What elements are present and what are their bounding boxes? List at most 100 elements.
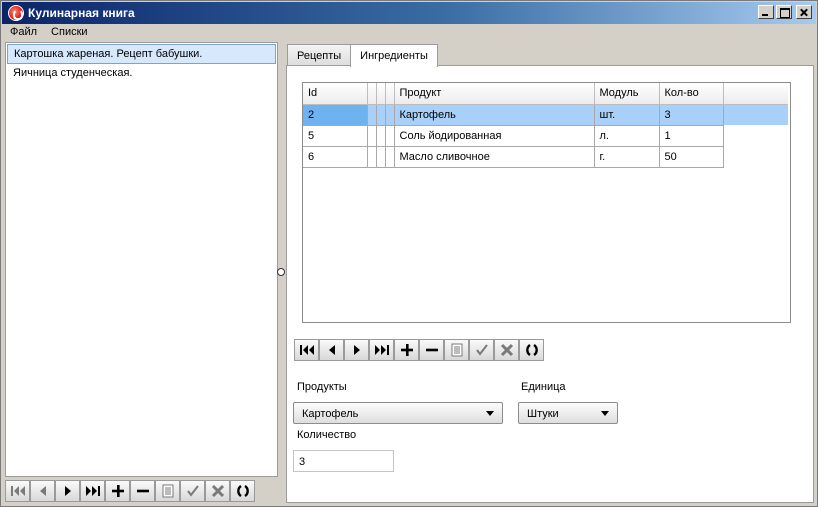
- tab-recipes[interactable]: Рецепты: [287, 44, 352, 66]
- cell-blank[interactable]: [376, 125, 386, 147]
- post-record-button[interactable]: [469, 339, 494, 361]
- delete-icon: [136, 489, 149, 493]
- splitter-handle[interactable]: [277, 268, 285, 276]
- prev-icon: [39, 486, 46, 496]
- products-label: Продукты: [297, 381, 347, 393]
- first-icon: [299, 345, 314, 355]
- menu-lists[interactable]: Списки: [43, 24, 94, 42]
- add-icon: [400, 344, 413, 356]
- prev-icon: [328, 345, 335, 355]
- tab-ingredients[interactable]: Ингредиенты: [350, 44, 438, 67]
- grid-header-row: Id Продукт Модуль Кол-во: [303, 83, 788, 105]
- unit-combobox[interactable]: Штуки: [518, 402, 618, 424]
- refresh-icon: [236, 485, 249, 497]
- last-record-button[interactable]: [369, 339, 394, 361]
- menu-file[interactable]: Файл: [2, 24, 43, 42]
- quantity-label: Количество: [297, 429, 357, 441]
- post-icon: [475, 344, 488, 356]
- cancel-record-button[interactable]: [205, 480, 230, 502]
- cell-blank[interactable]: [385, 104, 395, 126]
- list-item-recipe[interactable]: Яичница студенческая.: [7, 64, 276, 84]
- refresh-icon: [525, 344, 538, 356]
- app-icon[interactable]: [8, 5, 24, 21]
- delete-record-button[interactable]: [130, 480, 155, 502]
- cell-product[interactable]: Картофель: [394, 104, 595, 126]
- recipe-navigator: [5, 480, 255, 502]
- next-icon: [353, 345, 360, 355]
- cell-blank[interactable]: [367, 125, 377, 147]
- recipe-list[interactable]: Картошка жареная. Рецепт бабушки. Яичниц…: [5, 42, 278, 477]
- main-window: Кулинарная книга Файл Списки Картошка жа…: [0, 0, 818, 507]
- cancel-record-button[interactable]: [494, 339, 519, 361]
- edit-record-button[interactable]: [444, 339, 469, 361]
- last-record-button[interactable]: [80, 480, 105, 502]
- next-record-button[interactable]: [344, 339, 369, 361]
- cell-product[interactable]: Соль йодированная: [394, 125, 595, 147]
- cell-blank[interactable]: [367, 146, 377, 168]
- post-icon: [186, 485, 199, 497]
- column-header-blank[interactable]: [367, 83, 377, 105]
- cell-blank[interactable]: [367, 104, 377, 126]
- post-record-button[interactable]: [180, 480, 205, 502]
- cell-unit[interactable]: шт.: [594, 104, 660, 126]
- delete-record-button[interactable]: [419, 339, 444, 361]
- column-header-quantity[interactable]: Кол-во: [659, 83, 724, 105]
- cell-quantity[interactable]: 1: [659, 125, 724, 147]
- cell-quantity[interactable]: 3: [659, 104, 724, 126]
- refresh-button[interactable]: [519, 339, 544, 361]
- ingredient-navigator: [294, 339, 544, 361]
- minimize-button[interactable]: [758, 5, 774, 19]
- add-icon: [111, 485, 124, 497]
- row-filler: [723, 125, 788, 146]
- cell-blank[interactable]: [376, 146, 386, 168]
- column-header-product[interactable]: Продукт: [394, 83, 595, 105]
- column-header-id[interactable]: Id: [303, 83, 368, 105]
- cell-blank[interactable]: [385, 146, 395, 168]
- next-record-button[interactable]: [55, 480, 80, 502]
- last-icon: [85, 486, 100, 496]
- row-filler: [723, 146, 788, 167]
- menu-bar: Файл Списки: [2, 24, 816, 42]
- edit-icon: [162, 484, 173, 498]
- last-icon: [374, 345, 389, 355]
- table-row[interactable]: 2 Картофель шт. 3: [303, 104, 788, 126]
- chevron-down-icon: [601, 411, 609, 416]
- table-row[interactable]: 5 Соль йодированная л. 1: [303, 125, 788, 147]
- cell-blank[interactable]: [376, 104, 386, 126]
- column-header-filler: [723, 83, 788, 105]
- products-combobox[interactable]: Картофель: [293, 402, 503, 424]
- maximize-button[interactable]: [776, 5, 792, 19]
- first-record-button[interactable]: [294, 339, 319, 361]
- cell-quantity[interactable]: 50: [659, 146, 724, 168]
- refresh-button[interactable]: [230, 480, 255, 502]
- title-bar[interactable]: Кулинарная книга: [2, 2, 816, 24]
- table-row[interactable]: 6 Масло сливочное г. 50: [303, 146, 788, 168]
- cell-id[interactable]: 2: [303, 104, 368, 126]
- cell-unit[interactable]: г.: [594, 146, 660, 168]
- cell-id[interactable]: 5: [303, 125, 368, 147]
- cell-product[interactable]: Масло сливочное: [394, 146, 595, 168]
- unit-combobox-value: Штуки: [527, 408, 559, 420]
- chevron-down-icon: [486, 411, 494, 416]
- edit-record-button[interactable]: [155, 480, 180, 502]
- products-combobox-value: Картофель: [302, 408, 359, 420]
- cell-id[interactable]: 6: [303, 146, 368, 168]
- insert-record-button[interactable]: [394, 339, 419, 361]
- prior-record-button[interactable]: [30, 480, 55, 502]
- column-header-blank[interactable]: [376, 83, 386, 105]
- cancel-icon: [211, 484, 224, 498]
- quantity-input[interactable]: 3: [293, 450, 394, 472]
- column-header-blank[interactable]: [385, 83, 395, 105]
- insert-record-button[interactable]: [105, 480, 130, 502]
- tab-strip: Рецепты Ингредиенты: [287, 44, 438, 67]
- ingredients-grid[interactable]: Id Продукт Модуль Кол-во 2 Картофель шт.…: [302, 82, 791, 323]
- next-icon: [64, 486, 71, 496]
- column-header-unit[interactable]: Модуль: [594, 83, 660, 105]
- list-item-recipe[interactable]: Картошка жареная. Рецепт бабушки.: [7, 44, 276, 64]
- row-filler: [723, 104, 788, 125]
- close-button[interactable]: [796, 5, 812, 19]
- cell-blank[interactable]: [385, 125, 395, 147]
- cell-unit[interactable]: л.: [594, 125, 660, 147]
- prior-record-button[interactable]: [319, 339, 344, 361]
- first-record-button[interactable]: [5, 480, 30, 502]
